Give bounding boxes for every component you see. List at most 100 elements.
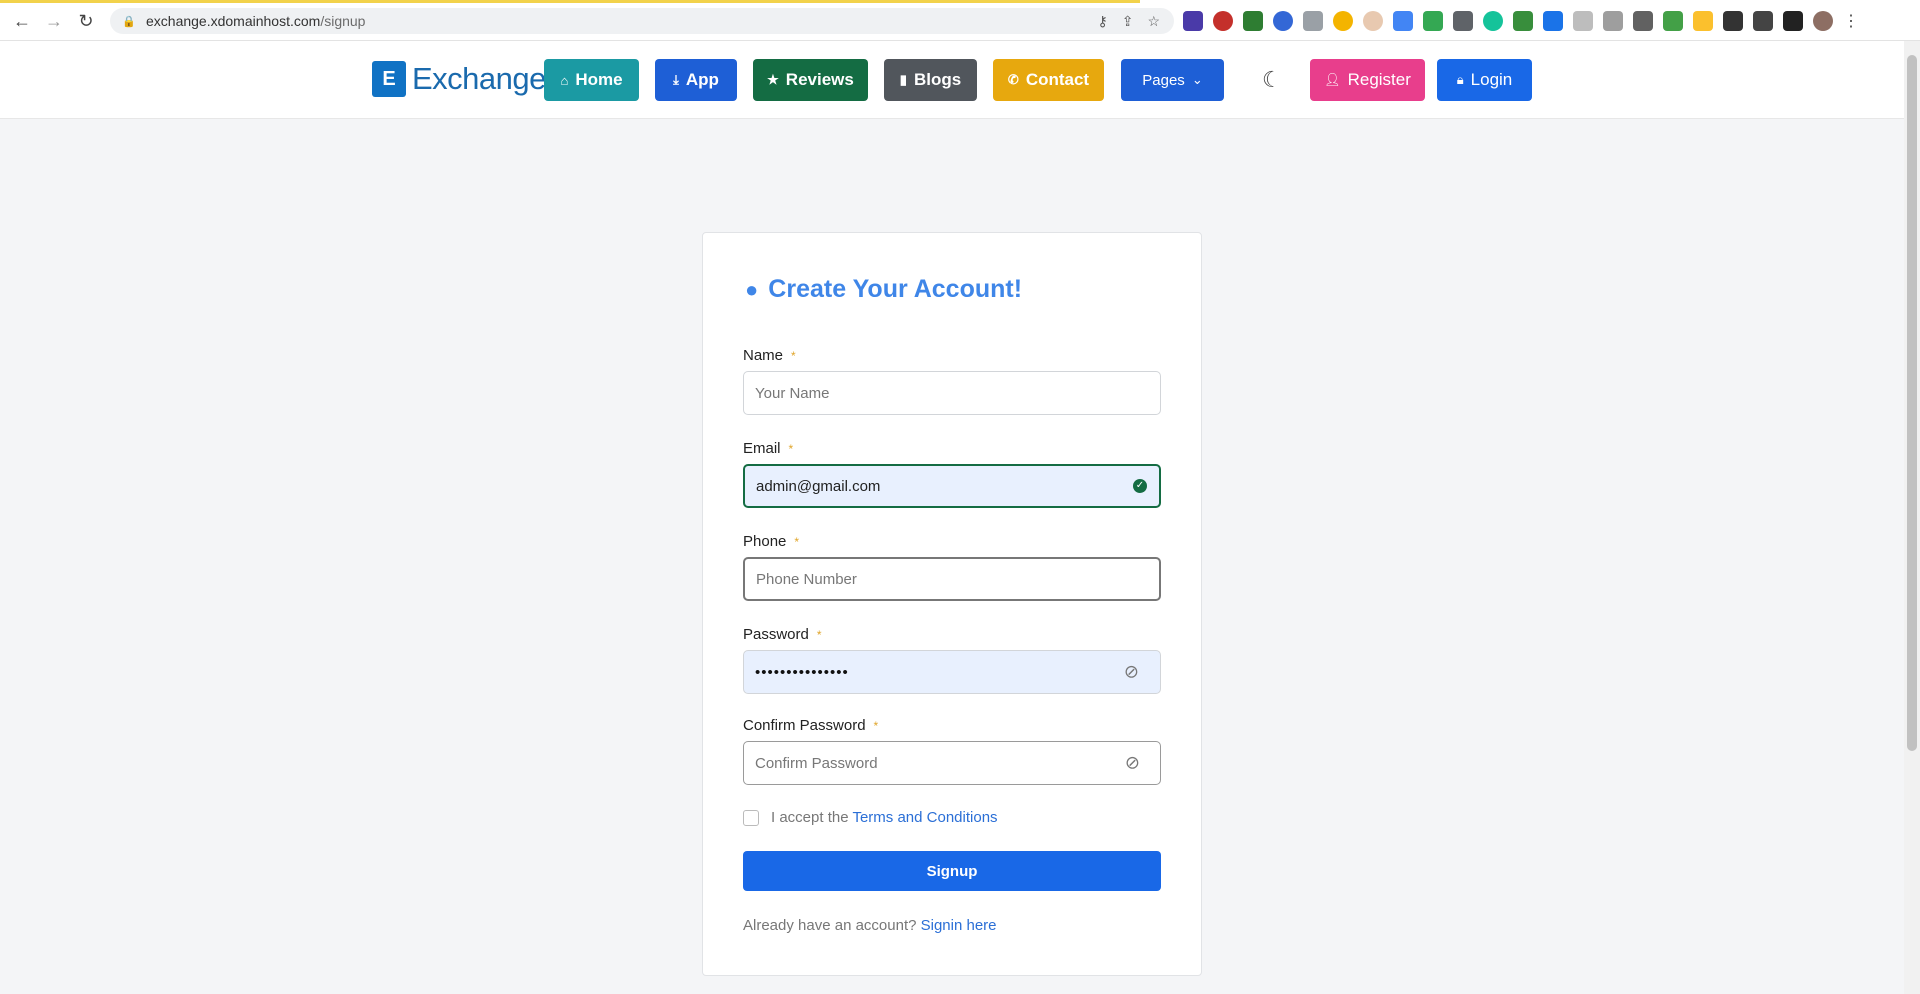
share-icon[interactable]: ⇪: [1122, 13, 1134, 30]
password-label: Password *: [743, 626, 822, 643]
extension-icon[interactable]: [1633, 11, 1653, 31]
email-value: admin@gmail.com: [756, 477, 881, 495]
back-icon[interactable]: ←: [12, 11, 32, 31]
extension-icon[interactable]: [1243, 11, 1263, 31]
email-label: Email *: [743, 440, 793, 457]
email-label-text: Email: [743, 440, 781, 457]
eye-slash-icon[interactable]: ⊘: [1124, 662, 1140, 683]
home-icon: ⌂: [560, 72, 569, 88]
side-panel-icon[interactable]: [1783, 11, 1803, 31]
signin-link[interactable]: Signin here: [921, 917, 997, 934]
phone-icon: ✆: [1007, 72, 1019, 87]
name-label: Name *: [743, 347, 796, 364]
register-label: Register: [1347, 70, 1411, 89]
required-mark: *: [816, 628, 822, 642]
nav-blogs-label: Blogs: [913, 70, 962, 89]
nav-blogs-button[interactable]: ▮ Blogs: [884, 59, 977, 101]
lock-icon: 🔒︎: [1456, 72, 1464, 87]
required-mark: *: [873, 719, 879, 733]
password-label-text: Password: [743, 626, 809, 643]
book-icon: ▮: [899, 72, 907, 87]
phone-label: Phone *: [743, 533, 799, 550]
nav-app-button[interactable]: ⤓ App: [655, 59, 737, 101]
extensions-bar: ⋮: [1183, 10, 1859, 32]
wordpress-icon[interactable]: [1213, 11, 1233, 31]
name-field[interactable]: Your Name: [743, 371, 1161, 415]
grammarly-icon[interactable]: [1483, 11, 1503, 31]
extension-icon[interactable]: [1693, 11, 1713, 31]
terms-text: I accept the Terms and Conditions: [771, 809, 998, 826]
translate-icon[interactable]: [1393, 11, 1413, 31]
user-icon: 👤︎: [1324, 72, 1341, 87]
forward-icon[interactable]: →: [44, 11, 64, 31]
menu-icon[interactable]: ⋮: [1843, 11, 1859, 31]
extension-icon[interactable]: [1663, 11, 1683, 31]
confirm-label-text: Confirm Password: [743, 717, 866, 734]
page-title: ● Create Your Account!: [745, 275, 1022, 304]
extension-icon[interactable]: [1543, 11, 1563, 31]
name-placeholder: Your Name: [755, 384, 830, 402]
dark-mode-toggle-icon[interactable]: ☾: [1262, 67, 1282, 93]
terms-checkbox[interactable]: [743, 810, 759, 826]
lock-icon: 🔒: [122, 16, 136, 28]
logo[interactable]: E Exchange: [372, 61, 546, 97]
scrollbar-thumb[interactable]: [1907, 55, 1917, 751]
title-text: Create Your Account!: [768, 275, 1023, 303]
page-scrollbar[interactable]: [1904, 41, 1920, 994]
playlist-icon[interactable]: [1753, 11, 1773, 31]
browser-chrome: ← → ↻ 🔒 exchange.xdomainhost.com/signup …: [0, 0, 1920, 41]
nav-pages-dropdown[interactable]: Pages ⌄: [1121, 59, 1224, 101]
extension-icon[interactable]: [1273, 11, 1293, 31]
valid-check-icon: ✓: [1133, 479, 1147, 493]
password-value: •••••••••••••••: [755, 663, 849, 681]
page-load-bar: [0, 0, 1140, 3]
extension-icon[interactable]: [1363, 11, 1383, 31]
nav-contact-button[interactable]: ✆ Contact: [993, 59, 1104, 101]
puzzle-icon[interactable]: [1723, 11, 1743, 31]
color-picker-icon[interactable]: [1333, 11, 1353, 31]
nav-reviews-label: Reviews: [785, 70, 854, 89]
nav-contact-label: Contact: [1025, 70, 1090, 89]
email-field[interactable]: admin@gmail.com ✓: [743, 464, 1161, 508]
signup-button[interactable]: Signup: [743, 851, 1161, 891]
register-button[interactable]: 👤︎ Register: [1310, 59, 1425, 101]
phone-label-text: Phone: [743, 533, 787, 550]
required-mark: *: [794, 535, 800, 549]
password-field[interactable]: ••••••••••••••• ⊘: [743, 650, 1161, 694]
site-header: E Exchange ⌂ Home ⤓ App ★ Reviews ▮ Blogs ✆ C…: [0, 41, 1904, 119]
avatar[interactable]: [1813, 11, 1833, 31]
nav-reviews-button[interactable]: ★ Reviews: [753, 59, 868, 101]
url-path: /signup: [320, 13, 366, 29]
extension-icon[interactable]: [1303, 11, 1323, 31]
extension-icon[interactable]: [1513, 11, 1533, 31]
phone-placeholder: Phone Number: [756, 570, 857, 588]
phone-field[interactable]: Phone Number: [743, 557, 1161, 601]
logo-text: Exchange: [412, 61, 546, 96]
terms-link[interactable]: Terms and Conditions: [852, 809, 997, 826]
confirm-password-field[interactable]: Confirm Password ⊘: [743, 741, 1161, 785]
address-bar[interactable]: 🔒 exchange.xdomainhost.com/signup ⚷ ⇪ ☆: [110, 8, 1174, 34]
extension-icon[interactable]: [1573, 11, 1593, 31]
reload-icon[interactable]: ↻: [76, 11, 96, 31]
download-icon: ⤓: [673, 72, 679, 87]
star-icon[interactable]: ☆: [1147, 13, 1160, 30]
extension-icon[interactable]: [1183, 11, 1203, 31]
login-label: Login: [1470, 70, 1513, 89]
confirm-placeholder: Confirm Password: [755, 754, 878, 772]
required-mark: *: [791, 349, 796, 363]
signin-prompt: Already have an account? Signin here: [743, 917, 997, 934]
extension-icon[interactable]: [1453, 11, 1473, 31]
chevron-down-icon: ⌄: [1191, 72, 1203, 87]
terms-prefix: I accept the: [771, 809, 849, 826]
name-label-text: Name: [743, 347, 784, 364]
extension-icon[interactable]: [1423, 11, 1443, 31]
required-mark: *: [788, 442, 794, 456]
extension-icon[interactable]: [1603, 11, 1623, 31]
already-text: Already have an account?: [743, 917, 917, 934]
nav-pages-label: Pages: [1142, 71, 1185, 89]
key-icon[interactable]: ⚷: [1097, 13, 1107, 30]
login-button[interactable]: 🔒︎ Login: [1437, 59, 1532, 101]
eye-slash-icon[interactable]: ⊘: [1125, 753, 1140, 774]
nav-home-button[interactable]: ⌂ Home: [544, 59, 639, 101]
nav-app-label: App: [685, 70, 719, 89]
